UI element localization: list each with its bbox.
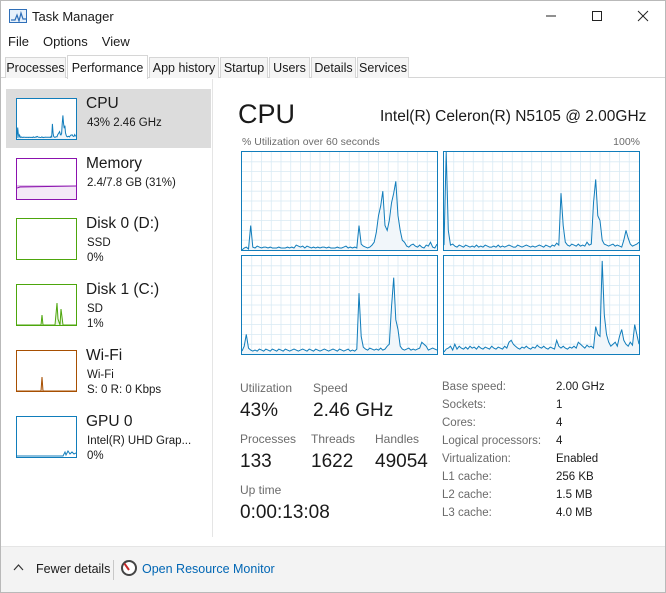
info-label-sockets: Sockets: [442,399,487,411]
core-graph[interactable] [443,255,640,355]
sidebar-item-title: Disk 0 (D:) [86,215,160,232]
task-manager-window: Task Manager File Options View Processes… [0,0,666,593]
sidebar-item-detail: 43% 2.46 GHz [87,117,162,129]
tab-users[interactable]: Users [269,57,310,78]
info-label-base-speed: Base speed: [442,381,506,393]
maximize-icon[interactable] [574,1,620,31]
sidebar-item-detail: SD [87,303,103,315]
info-label-virtualization: Virtualization: [442,453,511,465]
chevron-up-icon[interactable] [13,562,24,574]
tab-app-history[interactable]: App history [149,57,219,78]
sidebar-item-title: Disk 1 (C:) [86,281,160,298]
info-value-virtualization: Enabled [556,453,599,465]
processes-value: 133 [240,451,272,472]
info-value-sockets: 1 [556,399,563,411]
core-graph[interactable] [241,255,438,355]
utilization-graph-max: 100% [613,136,640,148]
sidebar-item-detail: SSD [87,237,111,249]
processes-label: Processes [240,432,297,446]
sidebar-item-usage: 0% [87,252,104,264]
page-title: CPU [238,99,296,129]
sidebar-item-title: Wi-Fi [86,347,123,364]
minimize-icon[interactable] [528,1,574,31]
handles-label: Handles [375,432,420,446]
resource-monitor-icon[interactable] [121,560,137,576]
sidebar-item-title: Memory [86,155,142,172]
sidebar-item-title: CPU [86,95,119,112]
title-bar[interactable]: Task Manager [1,1,665,32]
threads-label: Threads [311,432,356,446]
disk-1-thumbnail [16,284,77,326]
info-label-l2-cache: L2 cache: [442,489,492,501]
core-graph[interactable] [443,151,640,251]
cpu-detail-panel: CPU Intel(R) Celeron(R) N5105 @ 2.00GHz … [215,79,665,537]
fewer-details-button[interactable]: Fewer details [36,562,110,576]
menu-file[interactable]: File [1,32,36,53]
menu-view[interactable]: View [95,32,137,53]
sidebar-item-disk-0[interactable]: Disk 0 (D:) SSD 0% [6,209,211,268]
open-resource-monitor-link[interactable]: Open Resource Monitor [142,562,275,576]
speed-value: 2.46 GHz [313,400,394,421]
footer-divider [113,560,114,580]
menu-options[interactable]: Options [36,32,95,53]
sidebar-item-detail: Intel(R) UHD Grap... [87,435,192,447]
tab-performance[interactable]: Performance [67,55,148,79]
info-label-logical-processors: Logical processors: [442,435,542,447]
disk-0-thumbnail [16,218,77,260]
tab-bar: Processes Performance App history Startu… [1,55,665,79]
sidebar-item-disk-1[interactable]: Disk 1 (C:) SD 1% [6,275,211,334]
sidebar-item-throughput: S: 0 R: 0 Kbps [87,384,162,396]
footer-bar: Fewer details Open Resource Monitor [1,546,665,592]
memory-thumbnail [16,158,77,200]
info-label-l3-cache: L3 cache: [442,507,492,519]
sidebar-item-title: GPU 0 [86,413,133,430]
utilization-value: 43% [240,400,279,421]
handles-value: 49054 [375,451,428,472]
close-icon[interactable] [620,1,666,31]
menu-bar: File Options View [1,32,665,53]
info-value-l2-cache: 1.5 MB [556,489,593,501]
sidebar-item-detail: Wi-Fi [87,369,114,381]
resource-sidebar: CPU 43% 2.46 GHz Memory 2.4/7.8 GB (31%)… [1,79,213,537]
window-title: Task Manager [32,9,114,24]
speed-label: Speed [313,381,348,395]
tab-services[interactable]: Services [357,57,409,78]
cpu-thumbnail [16,98,77,140]
utilization-label: Utilization [240,381,293,395]
info-value-base-speed: 2.00 GHz [556,381,605,393]
tab-details[interactable]: Details [311,57,356,78]
sidebar-item-cpu[interactable]: CPU 43% 2.46 GHz [6,89,211,148]
task-manager-icon [9,9,27,24]
sidebar-item-usage: 0% [87,450,104,462]
tab-startup[interactable]: Startup [220,57,268,78]
info-value-l1-cache: 256 KB [556,471,594,483]
utilization-graph-label: % Utilization over 60 seconds [242,136,380,148]
info-label-cores: Cores: [442,417,476,429]
uptime-value: 0:00:13:08 [240,502,330,523]
info-value-logical-processors: 4 [556,435,563,447]
info-value-l3-cache: 4.0 MB [556,507,593,519]
uptime-label: Up time [240,483,282,497]
info-label-l1-cache: L1 cache: [442,471,492,483]
core-graph[interactable] [241,151,438,251]
cpu-model-name: Intel(R) Celeron(R) N5105 @ 2.00GHz [380,108,647,125]
sidebar-item-detail: 2.4/7.8 GB (31%) [87,177,176,189]
gpu-0-thumbnail [16,416,77,458]
tab-processes[interactable]: Processes [5,57,66,78]
sidebar-item-memory[interactable]: Memory 2.4/7.8 GB (31%) [6,149,211,208]
wifi-thumbnail [16,350,77,392]
sidebar-item-gpu-0[interactable]: GPU 0 Intel(R) UHD Grap... 0% [6,407,211,466]
threads-value: 1622 [311,451,354,472]
sidebar-item-usage: 1% [87,318,104,330]
info-value-cores: 4 [556,417,563,429]
sidebar-item-wifi[interactable]: Wi-Fi Wi-Fi S: 0 R: 0 Kbps [6,341,211,400]
